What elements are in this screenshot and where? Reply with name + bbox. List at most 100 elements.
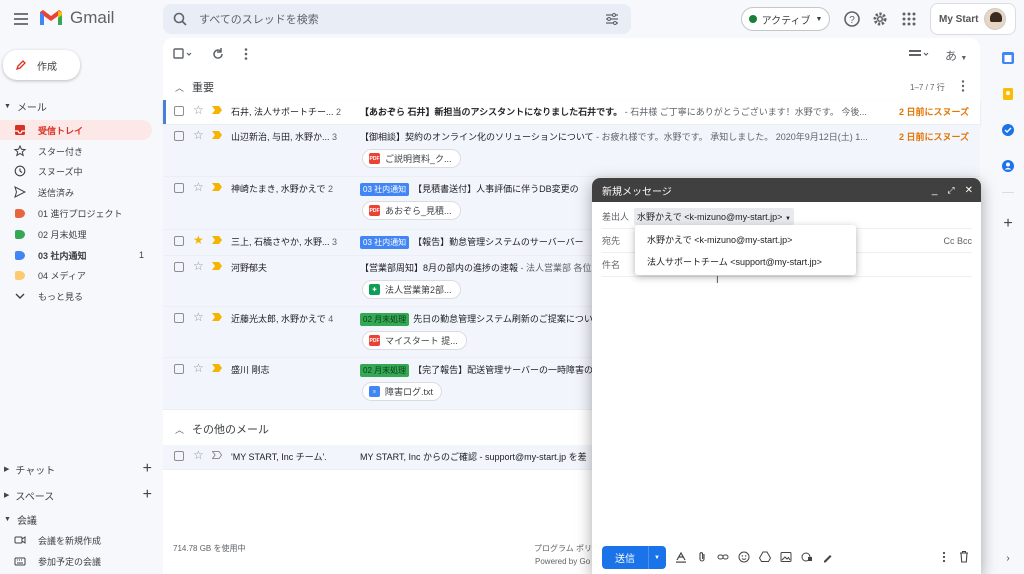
spaces-section-header[interactable]: ▶ スペース + [4, 486, 152, 504]
sidebar-item-snoozed[interactable]: スヌーズ中 [0, 161, 152, 181]
get-addons-icon[interactable]: + [998, 214, 1018, 234]
meet-section-header[interactable]: ▼ 会議 [4, 512, 37, 527]
send-button[interactable]: 送信 ▼ [602, 546, 666, 569]
important-marker-icon[interactable] [212, 364, 222, 372]
insert-photo-icon[interactable] [779, 550, 793, 564]
tasks-icon[interactable] [998, 120, 1018, 140]
label-badge[interactable]: 02 月末処理 [360, 364, 410, 377]
table-row[interactable]: ☆ 山辺新治, 与田, 水野か... 3 【御相談】契約のオンライン化のソリュー… [163, 125, 980, 177]
account-switcher[interactable]: My Start [930, 3, 1016, 35]
input-tools-icon[interactable]: あ ▼ [945, 47, 967, 64]
important-marker-icon[interactable] [212, 183, 222, 191]
compose-header[interactable]: 新規メッセージ _ ⤢ ✕ [592, 178, 981, 202]
minimize-icon[interactable]: _ [932, 185, 938, 196]
label-badge[interactable]: 03 社内通知 [360, 183, 410, 196]
row-checkbox[interactable] [174, 183, 184, 193]
attachment-chip[interactable]: ≡ 障害ログ.txt [362, 382, 443, 401]
show-side-panel-icon[interactable]: › [998, 548, 1018, 568]
keep-icon[interactable] [998, 84, 1018, 104]
star-icon[interactable]: ☆ [193, 448, 204, 462]
important-marker-icon[interactable] [212, 236, 222, 244]
chat-section-header[interactable]: ▶ チャット + [4, 460, 152, 478]
sidebar-item-label-04[interactable]: 04 メディア [0, 265, 152, 285]
add-space-icon[interactable]: + [143, 486, 152, 504]
important-marker-icon[interactable] [212, 106, 222, 114]
help-icon[interactable]: ? [843, 10, 861, 28]
other-section-header[interactable]: ︿ その他のメール [175, 421, 269, 437]
insert-link-icon[interactable] [716, 550, 730, 564]
row-checkbox[interactable] [174, 364, 184, 374]
signature-icon[interactable] [821, 550, 835, 564]
important-section-header[interactable]: ︿ 重要 [175, 79, 214, 95]
calendar-icon[interactable] [998, 48, 1018, 68]
attachment-chip[interactable]: PDF ご説明資料_ク... [362, 149, 461, 168]
expand-icon[interactable]: ⤢ [947, 185, 954, 196]
sidebar-item-inbox[interactable]: 受信トレイ [0, 120, 152, 140]
from-select[interactable]: 水野かえで <k-mizuno@my-start.jp> ▼ [634, 208, 794, 225]
table-row[interactable]: ☆ 石井, 法人サポートチー... 2 【あおぞら 石井】新担当のアシスタントに… [163, 100, 980, 125]
schedule-send-caret-icon[interactable]: ▼ [648, 546, 660, 569]
cc-bcc-link[interactable]: Cc Bcc [943, 236, 972, 246]
star-icon[interactable]: ☆ [193, 180, 204, 194]
search-bar[interactable]: すべてのスレッドを検索 [163, 4, 631, 34]
important-marker-icon[interactable] [212, 451, 222, 459]
more-options-icon[interactable] [938, 550, 950, 564]
discard-draft-icon[interactable] [958, 550, 970, 564]
star-icon[interactable]: ☆ [193, 310, 204, 324]
important-marker-icon[interactable] [212, 313, 222, 321]
label-badge[interactable]: 03 社内通知 [360, 236, 410, 249]
row-checkbox[interactable] [174, 131, 184, 141]
apps-grid-icon[interactable] [900, 10, 918, 28]
program-policy-link[interactable]: プログラム ポリ [534, 543, 592, 554]
status-dropdown[interactable]: アクティブ ▼ [741, 7, 830, 31]
star-icon[interactable]: ☆ [193, 361, 204, 375]
row-checkbox[interactable] [174, 313, 184, 323]
message-body[interactable] [602, 280, 972, 540]
attachment-chip[interactable]: ✚ 法人営業第2部... [362, 280, 461, 299]
sidebar-item-new-meeting[interactable]: 会議を新規作成 [0, 530, 152, 550]
label-badge[interactable]: 02 月末処理 [360, 313, 410, 326]
sidebar-item-more[interactable]: もっと見る [0, 286, 152, 306]
emoji-icon[interactable] [737, 550, 751, 564]
important-marker-icon[interactable] [212, 131, 222, 139]
compose-button[interactable]: 作成 [3, 50, 80, 80]
contacts-icon[interactable] [998, 156, 1018, 176]
from-option[interactable]: 水野かえで <k-mizuno@my-start.jp> [635, 227, 856, 251]
section-more-icon[interactable] [956, 79, 972, 95]
attachment-chip[interactable]: PDF あおぞら_見積... [362, 201, 461, 220]
attach-file-icon[interactable] [695, 550, 709, 564]
refresh-icon[interactable] [211, 47, 227, 63]
star-icon[interactable]: ☆ [193, 259, 204, 273]
more-vert-icon[interactable] [239, 47, 255, 63]
row-checkbox[interactable] [174, 451, 184, 461]
main-menu-icon[interactable] [12, 10, 30, 28]
from-option[interactable]: 法人サポートチーム <support@my-start.jp> [635, 249, 856, 273]
sidebar-item-label-01[interactable]: 01 進行プロジェクト [0, 203, 152, 223]
sidebar-item-starred[interactable]: スター付き [0, 141, 152, 161]
star-icon[interactable]: ☆ [193, 128, 204, 142]
sidebar-item-my-meetings[interactable]: 参加予定の会議 [0, 551, 152, 571]
close-icon[interactable]: ✕ [965, 185, 973, 196]
confidential-mode-icon[interactable] [800, 550, 814, 564]
row-sender: 盛川 剛志 [231, 363, 343, 376]
star-icon[interactable]: ☆ [193, 103, 204, 117]
sidebar-item-sent[interactable]: 送信済み [0, 182, 152, 202]
row-checkbox[interactable] [174, 262, 184, 272]
select-all-checkbox[interactable] [173, 47, 192, 63]
sidebar-item-label-03[interactable]: 03 社内通知 1 [0, 245, 152, 265]
avatar[interactable] [984, 8, 1007, 30]
google-drive-icon[interactable] [758, 550, 772, 564]
row-checkbox[interactable] [174, 106, 184, 116]
important-marker-icon[interactable] [212, 262, 222, 270]
formatting-icon[interactable] [674, 550, 688, 564]
sidebar-item-label-02[interactable]: 02 月末処理 [0, 224, 152, 244]
mail-section-header[interactable]: ▼ メール [4, 99, 47, 114]
gmail-logo[interactable]: Gmail [38, 8, 114, 28]
row-checkbox[interactable] [174, 236, 184, 246]
attachment-chip[interactable]: PDF マイスタート 提... [362, 331, 467, 350]
add-chat-icon[interactable]: + [143, 460, 152, 478]
settings-gear-icon[interactable] [871, 10, 889, 28]
density-toggle-icon[interactable] [908, 47, 932, 63]
star-icon[interactable]: ★ [193, 233, 204, 247]
search-input[interactable]: すべてのスレッドを検索 [199, 11, 319, 27]
